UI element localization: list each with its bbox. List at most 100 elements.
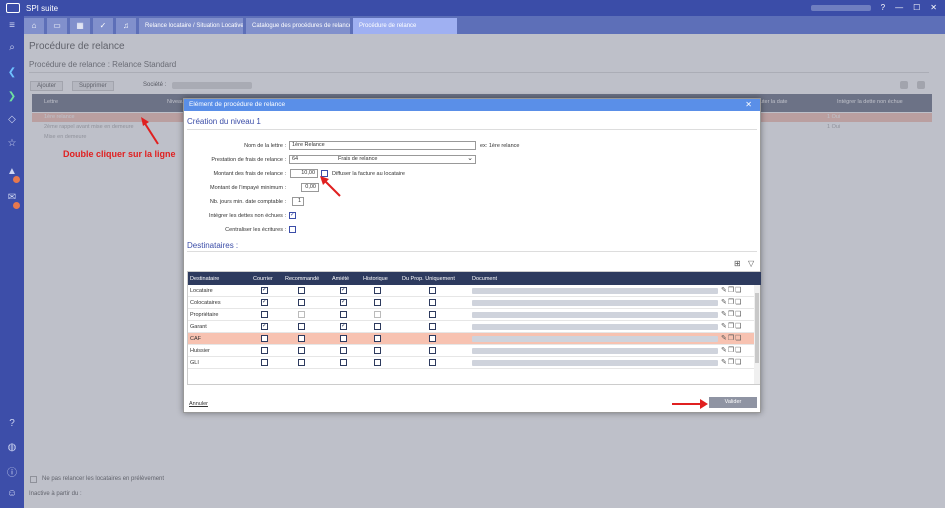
montant-frais-input[interactable]: 10,00 bbox=[290, 169, 318, 178]
forward-icon[interactable]: ❯ bbox=[0, 91, 24, 102]
nb-jours-input[interactable]: 1 bbox=[292, 197, 304, 206]
table-row[interactable]: Propriétaire ✎❐❏ bbox=[188, 309, 754, 321]
bell-icon[interactable]: ♫ bbox=[116, 18, 136, 34]
grid-checkbox[interactable] bbox=[261, 287, 268, 294]
tab-bar: ⌂ ▭ ▦ ✓ ♫ Relance locataire / Situation … bbox=[24, 16, 945, 34]
menu-icon[interactable]: ≡ bbox=[0, 20, 24, 31]
info-icon[interactable]: ⓘ bbox=[0, 464, 24, 479]
alert-icon[interactable]: ▲ bbox=[0, 166, 24, 177]
grid-checkbox[interactable] bbox=[374, 347, 381, 354]
help-circle-icon[interactable]: ? bbox=[0, 418, 24, 429]
maximize-icon[interactable]: ☐ bbox=[913, 3, 920, 12]
grid-checkbox[interactable] bbox=[261, 359, 268, 366]
bulb-icon[interactable]: ◍ bbox=[0, 442, 24, 453]
nom-input[interactable]: 1ère Relance bbox=[289, 141, 476, 150]
grid-checkbox[interactable] bbox=[429, 311, 436, 318]
grid-checkbox[interactable] bbox=[429, 323, 436, 330]
grid-checkbox[interactable] bbox=[340, 335, 347, 342]
grid-checkbox[interactable] bbox=[261, 311, 268, 318]
paste-icon[interactable]: ❏ bbox=[735, 347, 742, 354]
minimize-icon[interactable]: — bbox=[895, 3, 903, 12]
grid-checkbox[interactable] bbox=[298, 359, 305, 366]
paste-icon[interactable]: ❏ bbox=[735, 323, 742, 330]
grid-checkbox[interactable] bbox=[374, 359, 381, 366]
grid-checkbox[interactable] bbox=[374, 287, 381, 294]
grid-checkbox[interactable] bbox=[374, 335, 381, 342]
grid-checkbox[interactable] bbox=[261, 323, 268, 330]
grid-checkbox[interactable] bbox=[340, 347, 347, 354]
grid-checkbox[interactable] bbox=[374, 323, 381, 330]
paste-icon[interactable]: ❏ bbox=[735, 311, 742, 318]
scrollbar-thumb[interactable] bbox=[755, 293, 759, 363]
grid-checkbox[interactable] bbox=[374, 311, 381, 318]
montant-impaye-input[interactable]: 0,00 bbox=[301, 183, 319, 192]
table-row[interactable]: Colocataires ✎❐❏ bbox=[188, 297, 754, 309]
edit-icon[interactable]: ✎ bbox=[721, 335, 728, 342]
close-icon[interactable]: ✕ bbox=[745, 99, 752, 111]
table-row[interactable]: GLI ✎❐❏ bbox=[188, 357, 754, 369]
edit-icon[interactable]: ✎ bbox=[721, 299, 728, 306]
star-icon[interactable]: ☆ bbox=[0, 138, 24, 149]
paste-icon[interactable]: ❏ bbox=[735, 359, 742, 366]
tab-relance-locataire[interactable]: Relance locataire / Situation Locative bbox=[139, 18, 243, 34]
col-historique: Historique bbox=[363, 276, 388, 282]
grid-checkbox[interactable] bbox=[298, 347, 305, 354]
grid-checkbox[interactable] bbox=[429, 335, 436, 342]
prestation-select[interactable]: 64 Frais de relance ⌄ bbox=[289, 155, 476, 164]
grid-checkbox[interactable] bbox=[340, 287, 347, 294]
centraliser-checkbox[interactable] bbox=[289, 226, 296, 233]
user-icon[interactable]: ☺ bbox=[0, 488, 24, 499]
grid-checkbox[interactable] bbox=[429, 287, 436, 294]
help-icon[interactable]: ? bbox=[881, 3, 885, 12]
check-icon[interactable]: ✓ bbox=[93, 18, 113, 34]
table-row[interactable]: Locataire ✎❐❏ bbox=[188, 285, 754, 297]
code-icon[interactable]: ◇ bbox=[0, 114, 24, 125]
paste-icon[interactable]: ❏ bbox=[735, 299, 742, 306]
window-controls: ? — ☐ ✕ bbox=[810, 3, 937, 12]
grid-checkbox[interactable] bbox=[298, 287, 305, 294]
grid-checkbox[interactable] bbox=[374, 299, 381, 306]
integrer-checkbox[interactable] bbox=[289, 212, 296, 219]
paste-icon[interactable]: ❏ bbox=[735, 287, 742, 294]
tab-catalogue[interactable]: Catalogue des procédures de relance bbox=[246, 18, 350, 34]
montant-frais-label: Montant des frais de relance : bbox=[213, 171, 286, 177]
grid-checkbox[interactable] bbox=[298, 323, 305, 330]
search-icon[interactable]: ⌕ bbox=[0, 42, 24, 53]
mail-icon[interactable]: ✉ bbox=[0, 192, 24, 203]
grid-checkbox[interactable] bbox=[298, 299, 305, 306]
grid-checkbox[interactable] bbox=[429, 347, 436, 354]
grid-checkbox[interactable] bbox=[261, 347, 268, 354]
grid-checkbox[interactable] bbox=[340, 359, 347, 366]
grid-scrollbar[interactable] bbox=[754, 285, 760, 384]
paste-icon[interactable]: ❏ bbox=[735, 335, 742, 342]
col-amiete: Amiété bbox=[332, 276, 350, 282]
calendar-icon[interactable]: ▦ bbox=[70, 18, 90, 34]
annuler-link[interactable]: Annuler bbox=[189, 401, 208, 407]
table-row[interactable]: Huissier ✎❐❏ bbox=[188, 345, 754, 357]
edit-icon[interactable]: ✎ bbox=[721, 347, 728, 354]
grid-checkbox[interactable] bbox=[261, 335, 268, 342]
grid-checkbox[interactable] bbox=[429, 359, 436, 366]
valider-button[interactable]: Valider bbox=[709, 397, 757, 408]
grid-checkbox[interactable] bbox=[261, 299, 268, 306]
grid-checkbox[interactable] bbox=[340, 311, 347, 318]
edit-icon[interactable]: ✎ bbox=[721, 323, 728, 330]
grid-checkbox[interactable] bbox=[429, 299, 436, 306]
dialog-title: Elément de procédure de relance bbox=[189, 101, 286, 108]
grid-checkbox[interactable] bbox=[298, 311, 305, 318]
export-icon[interactable]: ⊞ bbox=[734, 259, 741, 268]
grid-checkbox[interactable] bbox=[340, 299, 347, 306]
close-window-icon[interactable]: ✕ bbox=[930, 3, 937, 12]
table-row[interactable]: Garant ✎❐❏ bbox=[188, 321, 754, 333]
grid-checkbox[interactable] bbox=[298, 335, 305, 342]
filter-icon[interactable]: ▽ bbox=[748, 259, 754, 268]
inbox-icon[interactable]: ▭ bbox=[47, 18, 67, 34]
edit-icon[interactable]: ✎ bbox=[721, 311, 728, 318]
edit-icon[interactable]: ✎ bbox=[721, 359, 728, 366]
edit-icon[interactable]: ✎ bbox=[721, 287, 728, 294]
back-icon[interactable]: ❮ bbox=[0, 67, 24, 78]
grid-checkbox[interactable] bbox=[340, 323, 347, 330]
table-row[interactable]: CAF ✎❐❏ bbox=[188, 333, 754, 345]
tab-procedure-relance[interactable]: Procédure de relance bbox=[353, 18, 457, 34]
home-icon[interactable]: ⌂ bbox=[24, 18, 44, 34]
